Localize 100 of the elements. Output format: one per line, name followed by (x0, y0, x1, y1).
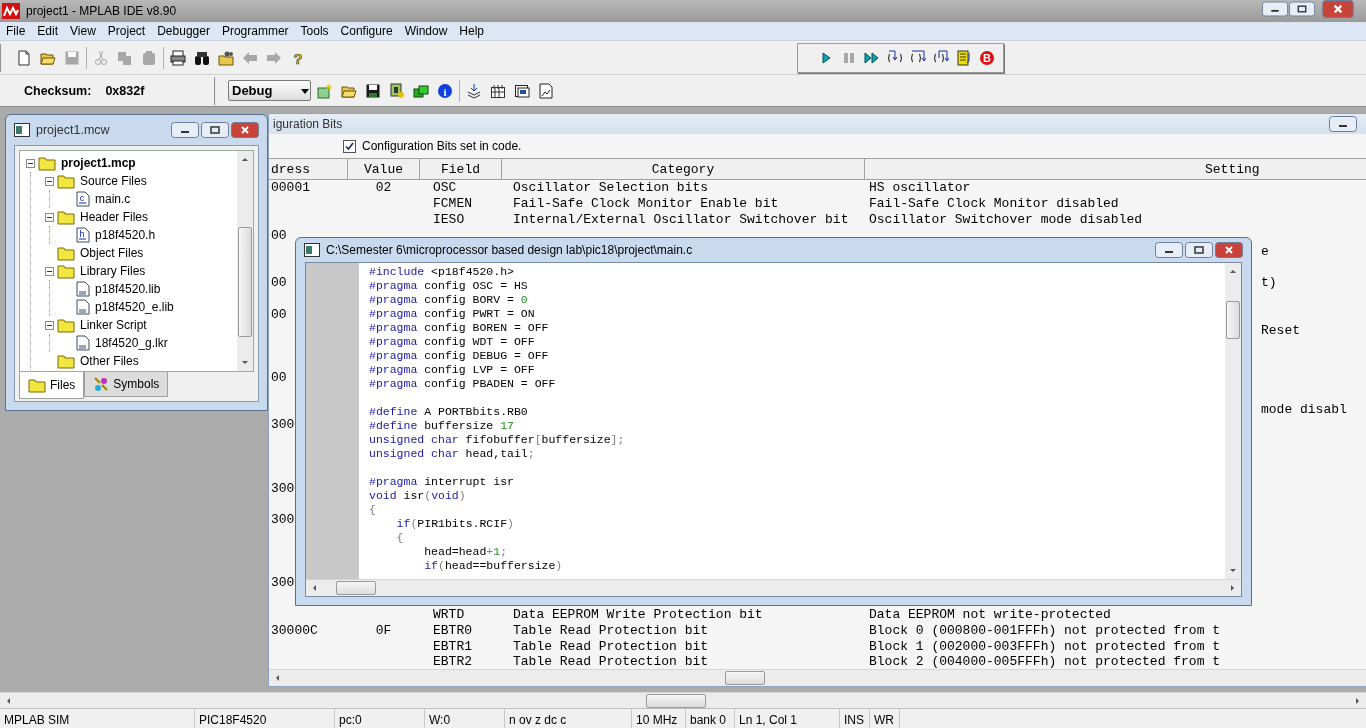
maximize-icon[interactable] (201, 122, 229, 138)
column-header[interactable]: Value (348, 158, 420, 180)
menu-item[interactable]: Configure (334, 24, 399, 38)
menu-item[interactable]: Project (101, 24, 152, 38)
setting-cell: Block 2 (004000-005FFFh) not protected from t (869, 654, 1221, 669)
file-icon (76, 299, 90, 315)
menu-item[interactable]: View (64, 24, 102, 38)
setting-cell: Data EEPROM not write-protected (869, 606, 1111, 622)
menu-item[interactable]: Debugger (151, 24, 216, 38)
folder-icon[interactable] (218, 49, 234, 66)
vertical-scrollbar[interactable] (237, 151, 253, 371)
fast-forward-icon[interactable] (864, 49, 880, 66)
setting-cell: Reset (1261, 322, 1300, 338)
horizontal-scrollbar[interactable] (269, 669, 1366, 686)
address-cell: 00 (271, 227, 287, 243)
vertical-scrollbar[interactable] (1225, 263, 1241, 579)
window-icon (14, 123, 30, 137)
tree-item[interactable]: p18f4520.h (93, 228, 156, 242)
window-title: C:\Semester 6\microprocessor based design lab\pic18\project\main.c (326, 243, 694, 257)
minimize-icon[interactable] (1155, 242, 1183, 258)
binoculars-icon[interactable] (194, 49, 210, 66)
document-icon[interactable] (538, 82, 554, 99)
tree-item[interactable]: Header Files (78, 210, 149, 224)
tree-item[interactable]: Other Files (78, 354, 139, 368)
minimize-icon[interactable] (1262, 0, 1288, 18)
new-file-icon[interactable] (16, 49, 32, 66)
window-icon[interactable] (514, 82, 530, 99)
category-cell: Data EEPROM Write Protection bit (513, 606, 763, 622)
menu-item[interactable]: Window (398, 24, 454, 38)
app-logo-icon (2, 3, 20, 19)
column-header[interactable]: Field (420, 158, 502, 180)
horizontal-scrollbar[interactable] (306, 579, 1241, 596)
field-cell: EBTR2 (433, 654, 472, 669)
new-project-icon[interactable] (317, 82, 333, 99)
blocks-icon[interactable] (413, 82, 429, 99)
scroll-thumb[interactable] (238, 227, 252, 337)
maximize-icon[interactable] (1289, 0, 1315, 18)
collapse-icon[interactable] (45, 266, 54, 276)
code-line: void isr(void) (369, 489, 467, 503)
menu-item[interactable]: Help (453, 24, 490, 38)
collapse-icon[interactable] (45, 176, 54, 186)
code-line: #pragma interrupt isr (369, 475, 515, 489)
setting-cell: Block 1 (002000-003FFFh) not protected from t (869, 638, 1221, 654)
address-cell: 300 (271, 512, 295, 528)
status-field: W:0 (425, 709, 505, 728)
folder-icon (38, 155, 56, 171)
tab[interactable]: Files (19, 372, 85, 399)
grid-icon[interactable] (490, 82, 506, 99)
collapse-icon[interactable] (45, 320, 54, 330)
close-icon[interactable] (231, 122, 259, 138)
tree-item[interactable]: project1.mcp (59, 156, 136, 170)
tree-item[interactable]: p18f4520.lib (93, 282, 161, 296)
close-icon[interactable] (1215, 242, 1243, 258)
minimize-icon[interactable] (1329, 116, 1357, 132)
tree-item[interactable]: main.c (93, 192, 131, 206)
chip-icon[interactable] (389, 82, 405, 99)
setting-cell: Block 0 (000800-001FFFh) not protected from t (869, 622, 1221, 638)
collapse-icon[interactable] (45, 212, 54, 222)
info-icon[interactable]: i (437, 82, 453, 99)
tools-icon (93, 376, 110, 392)
code-line: #pragma config LVP = OFF (369, 363, 536, 377)
window-icon (304, 243, 320, 257)
tab[interactable]: Symbols (84, 372, 169, 397)
column-header[interactable]: Category (502, 158, 865, 180)
tree-item[interactable]: Source Files (78, 174, 147, 188)
configuration-dropdown[interactable]: Debug (228, 80, 311, 101)
minimize-icon[interactable] (171, 122, 199, 138)
tree-item[interactable]: Linker Script (78, 318, 147, 332)
breakpoint-icon[interactable]: B (979, 49, 995, 66)
setting-cell: Fail-Safe Clock Monitor disabled (869, 196, 1119, 212)
column-header[interactable]: dress (269, 158, 348, 180)
code-line: unsigned char fifobuffer[buffersize]; (369, 433, 626, 447)
maximize-icon[interactable] (1185, 242, 1213, 258)
code-line: #define buffersize 17 (369, 419, 515, 433)
collapse-icon[interactable] (26, 158, 35, 168)
menu-item[interactable]: File (0, 24, 32, 38)
layers-icon[interactable] (466, 82, 482, 99)
scroll-thumb[interactable] (1226, 301, 1240, 339)
scroll-thumb[interactable] (725, 671, 765, 685)
tree-item[interactable]: Library Files (78, 264, 146, 278)
code-line: { (369, 503, 377, 517)
status-field: Ln 1, Col 1 (735, 709, 840, 728)
menu-item[interactable]: Programmer (215, 24, 295, 38)
save-icon[interactable] (365, 82, 381, 99)
scroll-thumb[interactable] (336, 581, 376, 595)
tree-item[interactable]: p18f4520_e.lib (93, 300, 174, 314)
printer-icon[interactable] (170, 49, 186, 66)
tree-item[interactable]: 18f4520_g.lkr (93, 336, 168, 350)
tree-item[interactable]: Object Files (78, 246, 144, 260)
folder-icon (57, 263, 75, 279)
category-cell: Fail-Safe Clock Monitor Enable bit (513, 196, 779, 212)
folder-icon (28, 377, 46, 393)
checkbox[interactable] (343, 139, 356, 153)
column-header[interactable]: Setting (865, 158, 1366, 180)
code-line: #pragma config PWRT = ON (369, 307, 536, 321)
folder-icon (57, 317, 75, 333)
code-line: #pragma config OSC = HS (369, 279, 529, 293)
scroll-thumb[interactable] (646, 694, 706, 708)
menu-item[interactable]: Tools (294, 24, 335, 38)
menu-item[interactable]: Edit (31, 24, 65, 38)
